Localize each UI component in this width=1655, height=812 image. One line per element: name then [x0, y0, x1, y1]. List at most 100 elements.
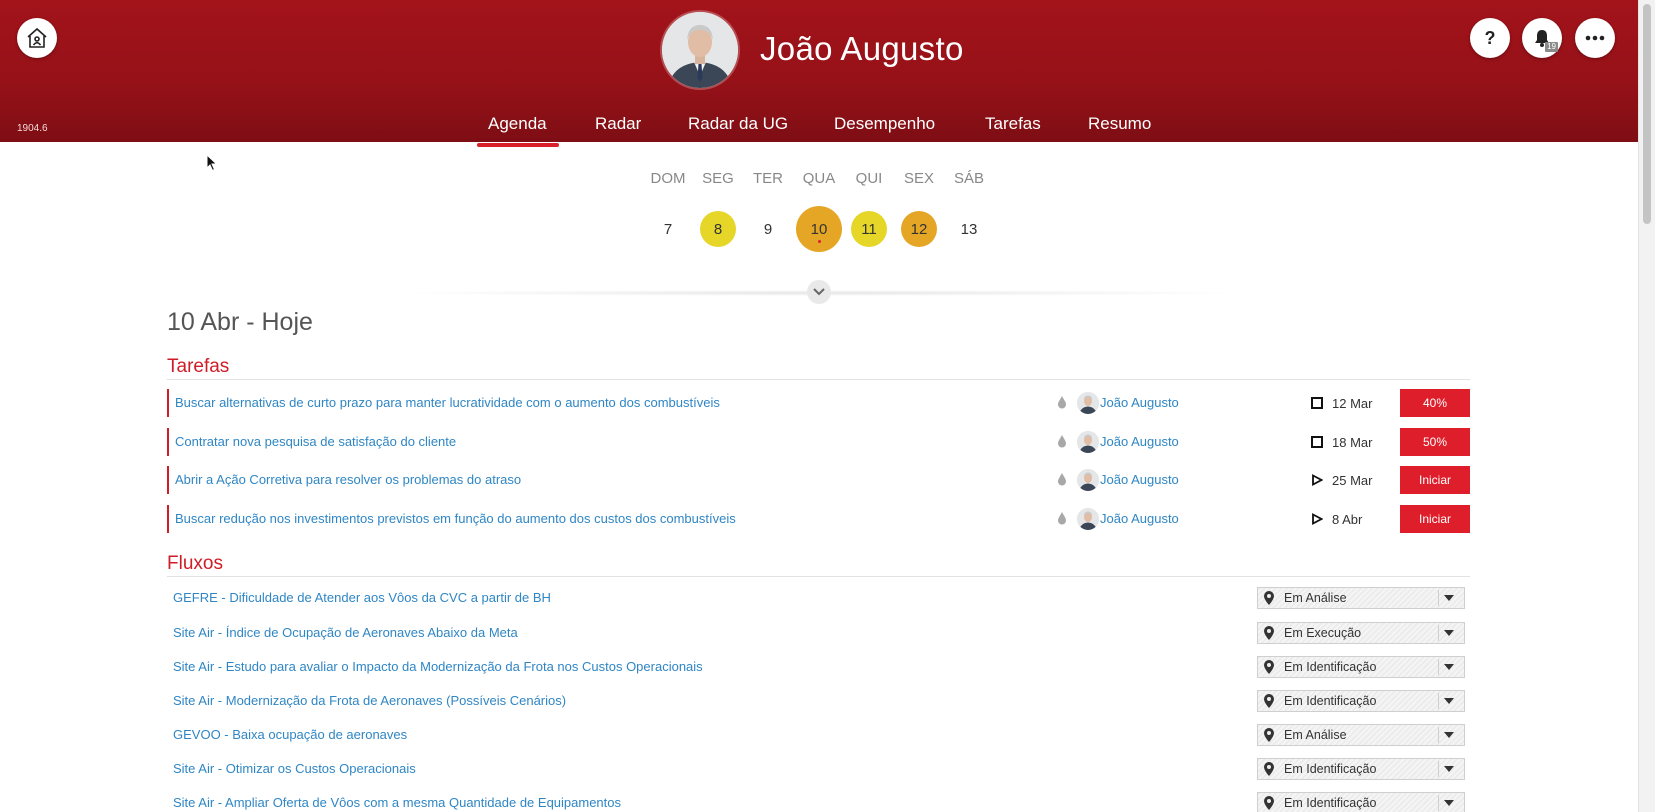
more-options-button[interactable]: [1575, 18, 1615, 58]
flow-link[interactable]: GEVOO - Baixa ocupação de aeronaves: [173, 727, 407, 742]
notifications-button[interactable]: 19: [1522, 18, 1562, 58]
tab-tarefas[interactable]: Tarefas: [985, 114, 1041, 134]
calendar-day[interactable]: 8: [700, 211, 736, 247]
user-name: João Augusto: [760, 30, 964, 67]
calendar-day[interactable]: 9: [750, 211, 786, 247]
flow-row: GEVOO - Baixa ocupação de aeronaves Em A…: [167, 724, 1470, 746]
flow-status-label: Em Identificação: [1284, 796, 1377, 810]
task-marker: [167, 466, 169, 494]
assignee-link[interactable]: João Augusto: [1100, 434, 1179, 449]
flow-status-select[interactable]: Em Identificação: [1257, 690, 1465, 712]
calendar-day-today[interactable]: 10: [796, 206, 842, 252]
map-pin-icon: [1264, 694, 1274, 708]
task-due-date: 8 Abr: [1332, 512, 1363, 527]
chevron-down-icon: [813, 288, 825, 296]
task-row: Buscar redução nos investimentos previst…: [167, 505, 1470, 533]
flow-link[interactable]: Site Air - Índice de Ocupação de Aeronav…: [173, 625, 518, 640]
priority-drop-icon: [1058, 435, 1066, 448]
flow-status-select[interactable]: Em Identificação: [1257, 656, 1465, 678]
home-button[interactable]: [17, 18, 57, 58]
task-link[interactable]: Buscar redução nos investimentos previst…: [175, 511, 736, 526]
flow-link[interactable]: Site Air - Ampliar Oferta de Vôos com a …: [173, 795, 621, 810]
calendar-day[interactable]: 12: [901, 211, 937, 247]
priority-drop-icon: [1058, 473, 1066, 486]
user-avatar[interactable]: [662, 12, 738, 88]
task-due-date: 12 Mar: [1332, 396, 1373, 411]
flows-section-title: Fluxos: [167, 553, 223, 574]
expand-calendar-button[interactable]: [807, 280, 831, 304]
select-separator: [1438, 795, 1439, 811]
flow-status-select[interactable]: Em Análise: [1257, 724, 1465, 746]
flow-link[interactable]: GEFRE - Dificuldade de Atender aos Vôos …: [173, 590, 551, 605]
flow-row: Site Air - Otimizar os Custos Operaciona…: [167, 758, 1470, 780]
assignee-avatar: [1077, 469, 1099, 491]
map-pin-icon: [1264, 796, 1274, 810]
flow-status-label: Em Análise: [1284, 591, 1347, 605]
flow-status-label: Em Identificação: [1284, 660, 1377, 674]
square-icon: [1311, 436, 1323, 448]
flow-row: Site Air - Modernização da Frota de Aero…: [167, 690, 1470, 712]
scrollbar-thumb[interactable]: [1643, 4, 1651, 224]
flow-link[interactable]: Site Air - Modernização da Frota de Aero…: [173, 693, 566, 708]
mouse-cursor-icon: [206, 154, 218, 172]
main-nav: Agenda Radar Radar da UG Desempenho Tare…: [0, 110, 1638, 147]
select-separator: [1438, 659, 1439, 675]
flow-status-label: Em Análise: [1284, 728, 1347, 742]
assignee-link[interactable]: João Augusto: [1100, 511, 1179, 526]
home-icon: [27, 27, 47, 48]
caret-down-icon: [1444, 595, 1454, 601]
flow-link[interactable]: Site Air - Estudo para avaliar o Impacto…: [173, 659, 703, 674]
assignee-link[interactable]: João Augusto: [1100, 395, 1179, 410]
section-divider: [167, 379, 1470, 380]
tab-agenda[interactable]: Agenda: [488, 114, 547, 134]
date-heading: 10 Abr - Hoje: [167, 308, 313, 336]
flow-row: Site Air - Estudo para avaliar o Impacto…: [167, 656, 1470, 678]
task-marker: [167, 505, 169, 533]
start-task-button[interactable]: Iniciar: [1400, 505, 1470, 533]
task-progress-button[interactable]: 40%: [1400, 389, 1470, 417]
priority-drop-icon: [1058, 396, 1066, 409]
caret-down-icon: [1444, 766, 1454, 772]
notifications-badge: 19: [1545, 42, 1558, 52]
flow-status-select[interactable]: Em Identificação: [1257, 758, 1465, 780]
today-dot: [817, 240, 821, 243]
flow-status-select[interactable]: Em Execução: [1257, 622, 1465, 644]
caret-down-icon: [1444, 800, 1454, 806]
help-button[interactable]: ?: [1470, 18, 1510, 58]
section-divider: [167, 576, 1470, 577]
task-link[interactable]: Buscar alternativas de curto prazo para …: [175, 395, 720, 410]
flow-status-label: Em Identificação: [1284, 694, 1377, 708]
map-pin-icon: [1264, 728, 1274, 742]
tab-desempenho[interactable]: Desempenho: [834, 114, 935, 134]
flow-link[interactable]: Site Air - Otimizar os Custos Operaciona…: [173, 761, 416, 776]
tab-radar-ug[interactable]: Radar da UG: [688, 114, 788, 134]
calendar-day[interactable]: 11: [851, 211, 887, 247]
task-progress-button[interactable]: 50%: [1400, 428, 1470, 456]
tasks-section-title: Tarefas: [167, 356, 230, 377]
tab-resumo[interactable]: Resumo: [1088, 114, 1151, 134]
priority-drop-icon: [1058, 512, 1066, 525]
flow-row: Site Air - Ampliar Oferta de Vôos com a …: [167, 792, 1470, 812]
map-pin-icon: [1264, 762, 1274, 776]
calendar-day[interactable]: 7: [650, 211, 686, 247]
day-name-sat: SÁB: [953, 170, 984, 187]
calendar-day[interactable]: 13: [951, 211, 987, 247]
page-scrollbar[interactable]: [1638, 0, 1655, 812]
flow-status-select[interactable]: Em Identificação: [1257, 792, 1465, 812]
flow-status-label: Em Identificação: [1284, 762, 1377, 776]
assignee-avatar: [1077, 431, 1099, 453]
tab-radar[interactable]: Radar: [595, 114, 641, 134]
caret-down-icon: [1444, 630, 1454, 636]
play-icon: [1312, 474, 1323, 486]
help-icon: ?: [1484, 27, 1496, 48]
task-link[interactable]: Contratar nova pesquisa de satisfação do…: [175, 434, 456, 449]
start-task-button[interactable]: Iniciar: [1400, 466, 1470, 494]
select-separator: [1438, 693, 1439, 709]
task-link[interactable]: Abrir a Ação Corretiva para resolver os …: [175, 472, 521, 487]
map-pin-icon: [1264, 626, 1274, 640]
flow-row: GEFRE - Dificuldade de Atender aos Vôos …: [167, 587, 1470, 609]
select-separator: [1438, 727, 1439, 743]
assignee-link[interactable]: João Augusto: [1100, 472, 1179, 487]
flow-status-select[interactable]: Em Análise: [1257, 587, 1465, 609]
caret-down-icon: [1444, 732, 1454, 738]
